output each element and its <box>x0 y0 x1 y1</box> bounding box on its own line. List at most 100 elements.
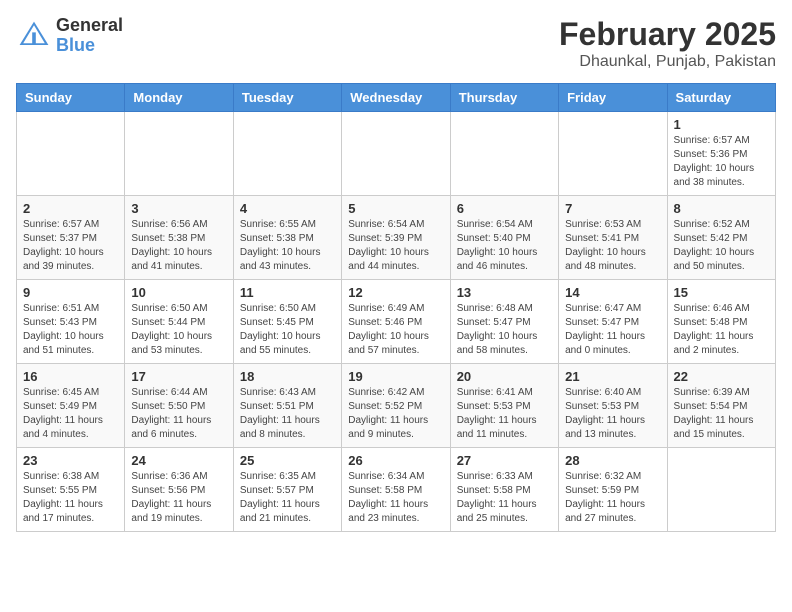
day-header-thursday: Thursday <box>450 84 558 112</box>
calendar-cell: 24 Sunrise: 6:36 AMSunset: 5:56 PMDaylig… <box>125 448 233 532</box>
day-number: 24 <box>131 453 226 468</box>
location-text: Dhaunkal, Punjab, Pakistan <box>559 53 776 71</box>
calendar-cell: 14 Sunrise: 6:47 AMSunset: 5:47 PMDaylig… <box>559 280 667 364</box>
calendar-cell: 26 Sunrise: 6:34 AMSunset: 5:58 PMDaylig… <box>342 448 450 532</box>
calendar-cell: 9 Sunrise: 6:51 AMSunset: 5:43 PMDayligh… <box>17 280 125 364</box>
calendar-table: SundayMondayTuesdayWednesdayThursdayFrid… <box>16 83 776 532</box>
calendar-body: 1 Sunrise: 6:57 AMSunset: 5:36 PMDayligh… <box>17 112 776 532</box>
day-header-sunday: Sunday <box>17 84 125 112</box>
day-info: Sunrise: 6:38 AMSunset: 5:55 PMDaylight:… <box>23 471 103 524</box>
day-number: 1 <box>674 117 769 132</box>
calendar-cell: 22 Sunrise: 6:39 AMSunset: 5:54 PMDaylig… <box>667 364 775 448</box>
calendar-cell: 5 Sunrise: 6:54 AMSunset: 5:39 PMDayligh… <box>342 196 450 280</box>
calendar-cell: 18 Sunrise: 6:43 AMSunset: 5:51 PMDaylig… <box>233 364 341 448</box>
day-number: 6 <box>457 201 552 216</box>
calendar-header: SundayMondayTuesdayWednesdayThursdayFrid… <box>17 84 776 112</box>
calendar-cell: 17 Sunrise: 6:44 AMSunset: 5:50 PMDaylig… <box>125 364 233 448</box>
calendar-cell: 19 Sunrise: 6:42 AMSunset: 5:52 PMDaylig… <box>342 364 450 448</box>
day-number: 16 <box>23 369 118 384</box>
day-info: Sunrise: 6:40 AMSunset: 5:53 PMDaylight:… <box>565 387 645 440</box>
day-number: 7 <box>565 201 660 216</box>
day-info: Sunrise: 6:50 AMSunset: 5:45 PMDaylight:… <box>240 303 321 356</box>
day-info: Sunrise: 6:45 AMSunset: 5:49 PMDaylight:… <box>23 387 103 440</box>
day-number: 14 <box>565 285 660 300</box>
calendar-cell: 11 Sunrise: 6:50 AMSunset: 5:45 PMDaylig… <box>233 280 341 364</box>
day-info: Sunrise: 6:57 AMSunset: 5:36 PMDaylight:… <box>674 135 755 188</box>
day-number: 5 <box>348 201 443 216</box>
day-info: Sunrise: 6:43 AMSunset: 5:51 PMDaylight:… <box>240 387 320 440</box>
day-number: 26 <box>348 453 443 468</box>
calendar-cell: 4 Sunrise: 6:55 AMSunset: 5:38 PMDayligh… <box>233 196 341 280</box>
day-info: Sunrise: 6:50 AMSunset: 5:44 PMDaylight:… <box>131 303 212 356</box>
day-header-monday: Monday <box>125 84 233 112</box>
day-info: Sunrise: 6:47 AMSunset: 5:47 PMDaylight:… <box>565 303 645 356</box>
day-info: Sunrise: 6:46 AMSunset: 5:48 PMDaylight:… <box>674 303 754 356</box>
calendar-cell <box>233 112 341 196</box>
day-info: Sunrise: 6:44 AMSunset: 5:50 PMDaylight:… <box>131 387 211 440</box>
calendar-cell: 25 Sunrise: 6:35 AMSunset: 5:57 PMDaylig… <box>233 448 341 532</box>
logo: General Blue <box>16 16 123 56</box>
calendar-cell <box>667 448 775 532</box>
calendar-cell <box>450 112 558 196</box>
day-info: Sunrise: 6:51 AMSunset: 5:43 PMDaylight:… <box>23 303 104 356</box>
day-number: 4 <box>240 201 335 216</box>
day-info: Sunrise: 6:48 AMSunset: 5:47 PMDaylight:… <box>457 303 538 356</box>
calendar-week-2: 2 Sunrise: 6:57 AMSunset: 5:37 PMDayligh… <box>17 196 776 280</box>
calendar-week-4: 16 Sunrise: 6:45 AMSunset: 5:49 PMDaylig… <box>17 364 776 448</box>
day-info: Sunrise: 6:49 AMSunset: 5:46 PMDaylight:… <box>348 303 429 356</box>
calendar-cell: 1 Sunrise: 6:57 AMSunset: 5:36 PMDayligh… <box>667 112 775 196</box>
calendar-cell: 6 Sunrise: 6:54 AMSunset: 5:40 PMDayligh… <box>450 196 558 280</box>
day-number: 13 <box>457 285 552 300</box>
calendar-cell: 16 Sunrise: 6:45 AMSunset: 5:49 PMDaylig… <box>17 364 125 448</box>
day-number: 22 <box>674 369 769 384</box>
calendar-week-3: 9 Sunrise: 6:51 AMSunset: 5:43 PMDayligh… <box>17 280 776 364</box>
day-number: 12 <box>348 285 443 300</box>
day-info: Sunrise: 6:54 AMSunset: 5:39 PMDaylight:… <box>348 219 429 272</box>
calendar-cell: 12 Sunrise: 6:49 AMSunset: 5:46 PMDaylig… <box>342 280 450 364</box>
day-number: 27 <box>457 453 552 468</box>
day-number: 21 <box>565 369 660 384</box>
day-header-friday: Friday <box>559 84 667 112</box>
calendar-cell: 3 Sunrise: 6:56 AMSunset: 5:38 PMDayligh… <box>125 196 233 280</box>
day-info: Sunrise: 6:36 AMSunset: 5:56 PMDaylight:… <box>131 471 211 524</box>
calendar-cell: 15 Sunrise: 6:46 AMSunset: 5:48 PMDaylig… <box>667 280 775 364</box>
day-header-tuesday: Tuesday <box>233 84 341 112</box>
calendar-cell <box>17 112 125 196</box>
day-info: Sunrise: 6:52 AMSunset: 5:42 PMDaylight:… <box>674 219 755 272</box>
day-number: 8 <box>674 201 769 216</box>
day-header-saturday: Saturday <box>667 84 775 112</box>
logo-general-text: General <box>56 16 123 36</box>
day-info: Sunrise: 6:57 AMSunset: 5:37 PMDaylight:… <box>23 219 104 272</box>
day-number: 20 <box>457 369 552 384</box>
day-number: 25 <box>240 453 335 468</box>
day-number: 15 <box>674 285 769 300</box>
day-info: Sunrise: 6:34 AMSunset: 5:58 PMDaylight:… <box>348 471 428 524</box>
calendar-cell: 28 Sunrise: 6:32 AMSunset: 5:59 PMDaylig… <box>559 448 667 532</box>
header-row: SundayMondayTuesdayWednesdayThursdayFrid… <box>17 84 776 112</box>
day-number: 3 <box>131 201 226 216</box>
day-info: Sunrise: 6:53 AMSunset: 5:41 PMDaylight:… <box>565 219 646 272</box>
day-number: 17 <box>131 369 226 384</box>
calendar-cell: 27 Sunrise: 6:33 AMSunset: 5:58 PMDaylig… <box>450 448 558 532</box>
calendar-cell: 10 Sunrise: 6:50 AMSunset: 5:44 PMDaylig… <box>125 280 233 364</box>
day-info: Sunrise: 6:32 AMSunset: 5:59 PMDaylight:… <box>565 471 645 524</box>
day-number: 2 <box>23 201 118 216</box>
calendar-week-5: 23 Sunrise: 6:38 AMSunset: 5:55 PMDaylig… <box>17 448 776 532</box>
day-number: 23 <box>23 453 118 468</box>
day-info: Sunrise: 6:41 AMSunset: 5:53 PMDaylight:… <box>457 387 537 440</box>
day-number: 28 <box>565 453 660 468</box>
day-info: Sunrise: 6:33 AMSunset: 5:58 PMDaylight:… <box>457 471 537 524</box>
day-number: 10 <box>131 285 226 300</box>
day-info: Sunrise: 6:54 AMSunset: 5:40 PMDaylight:… <box>457 219 538 272</box>
title-block: February 2025 Dhaunkal, Punjab, Pakistan <box>559 16 776 71</box>
day-number: 18 <box>240 369 335 384</box>
calendar-cell: 7 Sunrise: 6:53 AMSunset: 5:41 PMDayligh… <box>559 196 667 280</box>
day-info: Sunrise: 6:42 AMSunset: 5:52 PMDaylight:… <box>348 387 428 440</box>
day-info: Sunrise: 6:39 AMSunset: 5:54 PMDaylight:… <box>674 387 754 440</box>
calendar-cell: 2 Sunrise: 6:57 AMSunset: 5:37 PMDayligh… <box>17 196 125 280</box>
month-year-title: February 2025 <box>559 16 776 53</box>
calendar-cell: 21 Sunrise: 6:40 AMSunset: 5:53 PMDaylig… <box>559 364 667 448</box>
calendar-cell: 8 Sunrise: 6:52 AMSunset: 5:42 PMDayligh… <box>667 196 775 280</box>
page-header: General Blue February 2025 Dhaunkal, Pun… <box>16 16 776 71</box>
calendar-cell: 23 Sunrise: 6:38 AMSunset: 5:55 PMDaylig… <box>17 448 125 532</box>
